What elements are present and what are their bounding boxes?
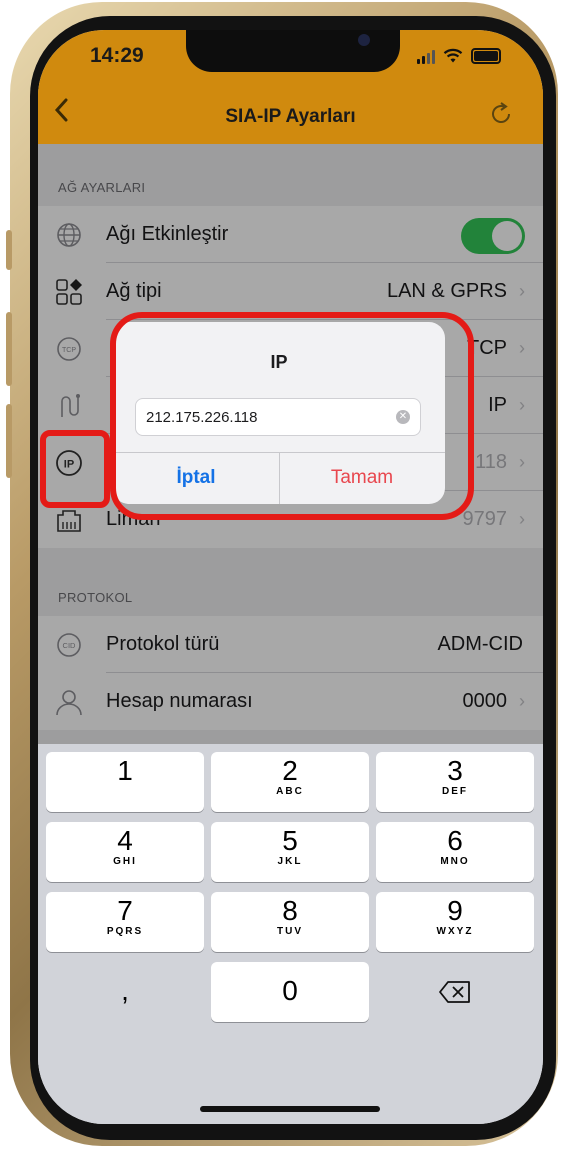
key-5[interactable]: 5 JKL <box>211 822 369 882</box>
page-title: SIA-IP Ayarları <box>225 106 356 127</box>
key-7[interactable]: 7 PQRS <box>46 892 204 952</box>
wifi-icon <box>443 48 463 63</box>
battery-icon <box>471 48 501 64</box>
numeric-keypad: 1 2 ABC 3 DEF 4 GHI 5 JKL 6 MNO 7 PQRS 8 TUV 9W… <box>38 744 543 1124</box>
phone-screen: 14:29 SIA-IP Ayarları AĞ AYARLARI Ağı Et… <box>38 30 543 1124</box>
status-time: 14:29 <box>90 44 144 67</box>
status-icons <box>417 48 501 64</box>
key-9[interactable]: 9 WXYZ <box>376 892 534 952</box>
key-3[interactable]: 3 DEF <box>376 752 534 812</box>
volume-up-button <box>6 312 12 386</box>
key-2[interactable]: 2 ABC <box>211 752 369 812</box>
volume-down-button <box>6 404 12 478</box>
delete-key[interactable] <box>376 962 534 1022</box>
key-0[interactable]: 0 <box>211 962 369 1022</box>
key-8[interactable]: 8 TUV <box>211 892 369 952</box>
key-4[interactable]: 4 GHI <box>46 822 204 882</box>
refresh-icon[interactable] <box>487 100 515 128</box>
mute-switch <box>6 230 12 270</box>
notch <box>186 30 400 72</box>
nav-bar: SIA-IP Ayarları <box>38 90 543 144</box>
highlight-box-ip-icon <box>40 430 110 508</box>
key-1[interactable]: 1 <box>46 752 204 812</box>
home-indicator <box>200 1106 380 1112</box>
highlight-box-dialog <box>110 312 474 520</box>
key-6[interactable]: 6 MNO <box>376 822 534 882</box>
backspace-icon <box>439 981 470 1003</box>
key-comma[interactable]: , <box>46 962 204 1022</box>
signal-icon <box>417 50 435 64</box>
camera-icon <box>358 34 370 46</box>
